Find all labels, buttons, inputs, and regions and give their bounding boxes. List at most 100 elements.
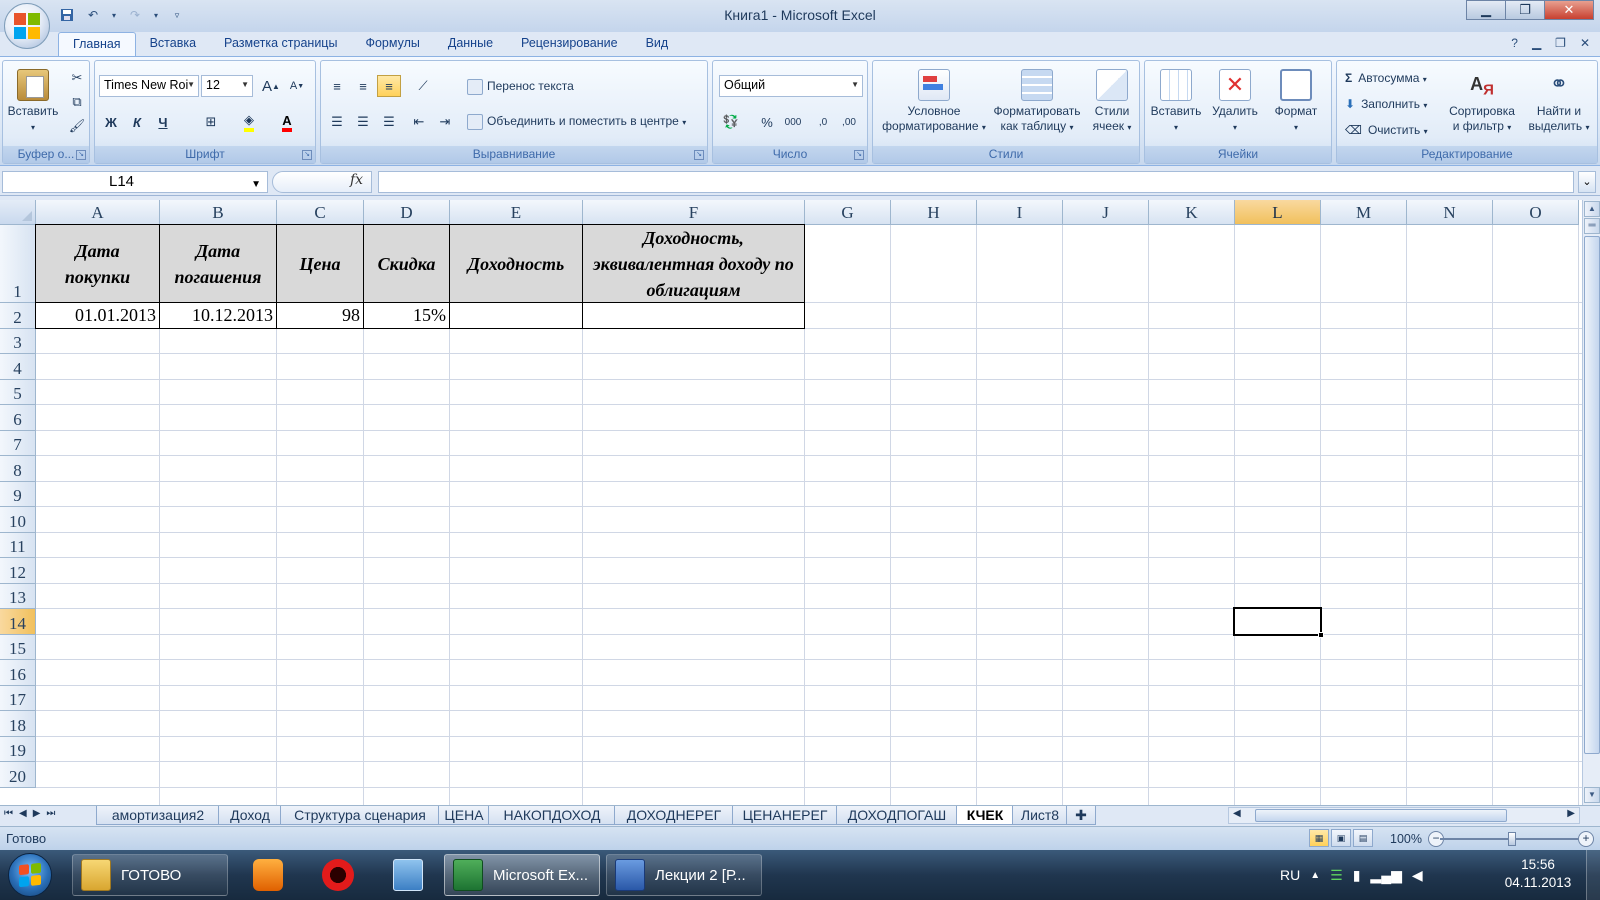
network-status-icon[interactable]: ☰ (1330, 867, 1343, 884)
sheet-tab[interactable]: Доход (218, 806, 282, 825)
taskbar-item-folder[interactable]: ГОТОВО (72, 854, 228, 896)
decrease-decimal-button[interactable]: ,00 (837, 111, 861, 133)
battery-icon[interactable]: ▮ (1353, 867, 1361, 884)
cell-e2[interactable] (449, 302, 583, 329)
tab-view[interactable]: Вид (632, 32, 683, 56)
shrink-font-button[interactable]: A ▼ (285, 75, 309, 97)
volume-icon[interactable]: ◀ (1412, 867, 1423, 884)
workbook-close-icon[interactable]: ✕ (1580, 36, 1590, 50)
sheet-tab[interactable]: ДОХОДНЕРЕГ (614, 806, 734, 825)
taskbar-clock[interactable]: 15:56 04.11.2013 (1498, 856, 1578, 892)
zoom-level[interactable]: 100% (1390, 832, 1422, 846)
cell-c1[interactable]: Цена (276, 224, 364, 303)
page-break-view-icon[interactable]: ▤ (1353, 829, 1373, 847)
start-button[interactable] (8, 853, 52, 897)
wrap-text-button[interactable]: Перенос текста (467, 79, 667, 95)
clipboard-launcher-icon[interactable]: ↘ (76, 150, 86, 160)
font-color-icon[interactable]: A (275, 111, 299, 133)
row-header-16[interactable]: 16 (0, 660, 36, 686)
format-as-table-button[interactable]: Форматировать как таблицу ▾ (987, 69, 1087, 135)
row-header-15[interactable]: 15 (0, 635, 36, 660)
tab-formulas[interactable]: Формулы (351, 32, 433, 56)
find-select-button[interactable]: ⚭ Найти и выделить ▾ (1523, 69, 1595, 135)
language-indicator[interactable]: RU (1280, 867, 1300, 883)
split-box-icon[interactable]: ═ (1584, 218, 1600, 234)
cell-c2[interactable]: 98 (276, 302, 364, 329)
font-size-combo[interactable]: 12 ▼ (201, 75, 253, 97)
column-header-g[interactable]: G (805, 200, 891, 225)
tab-home[interactable]: Главная (58, 32, 136, 56)
column-header-a[interactable]: A (36, 200, 160, 225)
alignment-launcher-icon[interactable]: ↘ (694, 150, 704, 160)
cell-d2[interactable]: 15% (363, 302, 450, 329)
row-header-9[interactable]: 9 (0, 482, 36, 507)
insert-cells-button[interactable]: Вставить ▾ (1147, 69, 1205, 135)
tab-page-layout[interactable]: Разметка страницы (210, 32, 351, 56)
prev-sheet-icon[interactable]: ◀ (19, 808, 27, 819)
increase-indent-icon[interactable]: ⇥ (433, 111, 457, 133)
column-header-e[interactable]: E (450, 200, 583, 225)
taskbar-item-pictures[interactable] (380, 854, 436, 896)
fill-color-icon[interactable]: ◈ (237, 111, 261, 133)
column-header-b[interactable]: B (160, 200, 277, 225)
page-layout-view-icon[interactable]: ▣ (1331, 829, 1351, 847)
column-header-j[interactable]: J (1063, 200, 1149, 225)
row-header-13[interactable]: 13 (0, 584, 36, 609)
signal-strength-icon[interactable]: ▂▄▆ (1370, 867, 1401, 884)
row-header-19[interactable]: 19 (0, 737, 36, 762)
column-header-i[interactable]: I (977, 200, 1063, 225)
active-cell-selection[interactable] (1233, 607, 1322, 636)
row-header-7[interactable]: 7 (0, 431, 36, 456)
conditional-formatting-button[interactable]: Условное форматирование ▾ (875, 69, 993, 135)
number-format-combo[interactable]: Общий ▼ (719, 75, 863, 97)
font-launcher-icon[interactable]: ↘ (302, 150, 312, 160)
cell-f2[interactable] (582, 302, 805, 329)
cell-b1[interactable]: Дата погашения (159, 224, 277, 303)
cut-icon[interactable]: ✂ (65, 67, 89, 89)
name-box-dropdown-icon[interactable]: ▼ (251, 175, 261, 195)
format-cells-button[interactable]: Формат ▾ (1265, 69, 1327, 135)
tray-expand-icon[interactable]: ▲ (1310, 870, 1320, 881)
column-header-c[interactable]: C (277, 200, 364, 225)
sheet-tab[interactable]: ЦЕНАНЕРЕГ (732, 806, 838, 825)
scroll-down-icon[interactable]: ▼ (1584, 787, 1600, 803)
tab-data[interactable]: Данные (434, 32, 507, 56)
grow-font-button[interactable]: A ▲ (259, 75, 283, 97)
sheet-tab[interactable]: Лист8 (1012, 806, 1068, 825)
row-header-18[interactable]: 18 (0, 711, 36, 737)
sheet-tab[interactable]: НАКОПДОХОД (488, 806, 616, 825)
cell-e1[interactable]: Доходность (449, 224, 583, 303)
sort-filter-button[interactable]: АЯ Сортировка и фильтр ▾ (1441, 69, 1523, 135)
sheet-tab[interactable]: амортизация2 (96, 806, 220, 825)
cell-styles-button[interactable]: Стили ячеек ▾ (1087, 69, 1137, 135)
delete-cells-button[interactable]: ✕ Удалить ▾ (1207, 69, 1263, 135)
sheet-tab[interactable]: ДОХОДПОГАШ (836, 806, 958, 825)
vertical-scrollbar[interactable]: ▲ ═ ▼ (1582, 200, 1600, 805)
taskbar-item-excel[interactable]: Microsoft Ex... (444, 854, 600, 896)
column-header-k[interactable]: K (1149, 200, 1235, 225)
next-sheet-icon[interactable]: ▶ (33, 808, 41, 819)
zoom-slider-thumb[interactable] (1508, 832, 1516, 846)
currency-format-icon[interactable]: 💱 (719, 111, 743, 133)
italic-button[interactable]: К (125, 111, 149, 133)
cell-f1[interactable]: Доходность, эквивалентная доходу по обли… (582, 224, 805, 303)
zoom-in-icon[interactable]: + (1578, 831, 1594, 847)
percent-button[interactable]: % (755, 111, 779, 133)
autosum-button[interactable]: Σ Автосумма ▾ (1345, 71, 1455, 87)
row-header-11[interactable]: 11 (0, 533, 36, 558)
cell-a2[interactable]: 01.01.2013 (35, 302, 160, 329)
cell-d1[interactable]: Скидка (363, 224, 450, 303)
scroll-right-icon[interactable]: ▶ (1567, 808, 1575, 819)
minimize-button[interactable]: ▁ (1466, 0, 1506, 20)
merge-center-button[interactable]: Объединить и поместить в центре ▾ (467, 114, 707, 130)
cell-b2[interactable]: 10.12.2013 (159, 302, 277, 329)
horizontal-scroll-thumb[interactable] (1255, 809, 1507, 822)
sheet-tab[interactable]: Структура сценария (280, 806, 440, 825)
sheet-tab[interactable]: КЧЕК (956, 806, 1014, 825)
underline-button[interactable]: Ч (151, 111, 175, 133)
thousands-button[interactable]: 000 (781, 111, 805, 133)
row-header-20[interactable]: 20 (0, 762, 36, 788)
close-button[interactable]: ✕ (1544, 0, 1594, 20)
align-right-icon[interactable]: ☰ (377, 111, 401, 133)
maximize-button[interactable]: ❐ (1505, 0, 1545, 20)
